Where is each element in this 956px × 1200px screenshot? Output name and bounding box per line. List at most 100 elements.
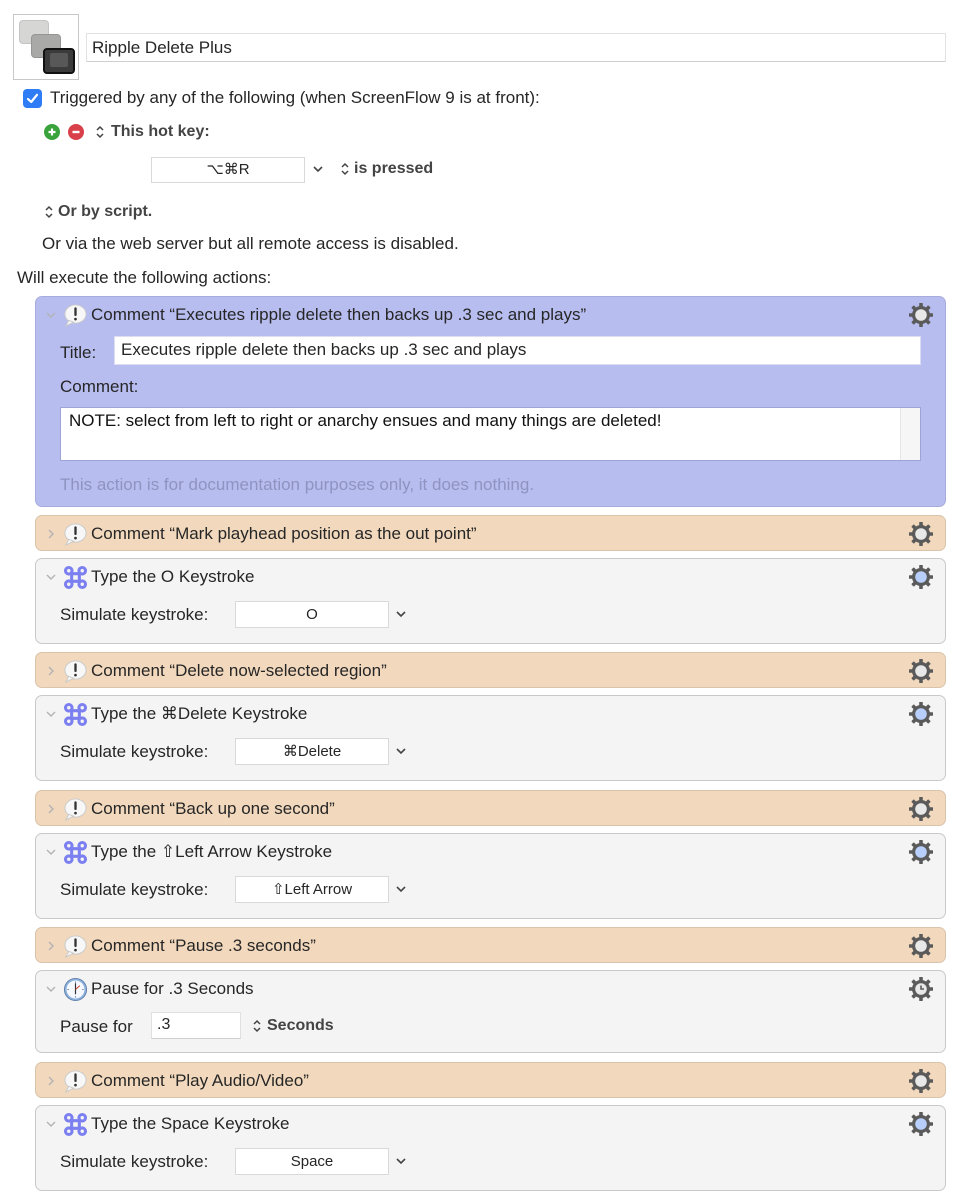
action-title: Comment “Pause .3 seconds” [91,936,316,955]
keystroke-field[interactable]: O [235,601,389,628]
action-comment-collapsed[interactable]: Comment “Delete now-selected region” [35,652,946,688]
pause-unit-popup[interactable]: Seconds [252,1017,334,1035]
action-header[interactable]: Type the Space Keystroke [36,1106,945,1142]
hotkey-trigger-row: This hot key: [44,123,210,141]
action-header[interactable]: Type the ⇧Left Arrow Keystroke [36,834,945,870]
hotkey-field[interactable]: ⌥⌘R [151,157,305,183]
checkmark-icon [26,93,39,103]
gear-icon[interactable] [908,796,934,822]
keystroke-field[interactable]: Space [235,1148,389,1175]
pause-for-label: Pause for [60,1017,133,1036]
keystroke-dropdown-chevron-icon[interactable] [395,884,407,894]
keystroke-field[interactable]: ⌘Delete [235,738,389,765]
simulate-keystroke-label: Simulate keystroke: [60,880,209,899]
action-comment-collapsed[interactable]: Comment “Pause .3 seconds” [35,927,946,963]
action-comment-expanded[interactable]: Comment “Executes ripple delete then bac… [35,296,946,507]
documentation-note: This action is for documentation purpose… [60,475,535,494]
remove-trigger-button[interactable] [68,124,84,140]
keystroke-field[interactable]: ⇧Left Arrow [235,876,389,903]
action-header[interactable]: Pause for .3 Seconds [36,971,945,1007]
expand-disclosure[interactable] [36,803,62,815]
comment-icon [62,933,88,959]
pause-duration-field[interactable]: .3 [151,1012,241,1039]
command-key-icon [62,1111,88,1137]
gear-icon[interactable] [908,1111,934,1137]
unit-stepper-icon [252,1018,262,1034]
keystroke-dropdown-chevron-icon[interactable] [395,746,407,756]
action-header[interactable]: Comment “Back up one second” [36,791,945,827]
action-comment-collapsed[interactable]: Comment “Play Audio/Video” [35,1062,946,1098]
chevron-down-icon [45,847,57,857]
action-title: Type the ⇧Left Arrow Keystroke [91,842,333,861]
chevron-right-icon [46,665,56,677]
action-keystroke[interactable]: Type the Space Keystroke Simulate keystr… [35,1105,946,1191]
action-header[interactable]: Type the ⌘Delete Keystroke [36,696,945,732]
action-keystroke[interactable]: Type the O Keystroke Simulate keystroke:… [35,558,946,644]
hotkey-condition-popup[interactable]: is pressed [332,160,433,178]
gear-icon[interactable] [908,701,934,727]
collapse-disclosure[interactable] [36,572,62,582]
comment-title-field[interactable]: Executes ripple delete then backs up .3 … [114,336,921,365]
action-comment-collapsed[interactable]: Comment “Back up one second” [35,790,946,826]
comment-icon [62,658,88,684]
gear-clock-icon[interactable] [908,976,934,1002]
hotkey-dropdown-chevron-icon[interactable] [312,164,324,174]
comment-icon [62,796,88,822]
action-header[interactable]: Comment “Executes ripple delete then bac… [36,297,945,333]
webserver-note: Or via the web server but all remote acc… [42,234,459,253]
collapse-disclosure[interactable] [36,709,62,719]
expand-disclosure[interactable] [36,665,62,677]
pause-unit-label: Seconds [267,1017,334,1034]
comment-scrollbar[interactable] [900,408,920,460]
add-trigger-button[interactable] [44,124,60,140]
gear-icon[interactable] [908,521,934,547]
simulate-keystroke-label: Simulate keystroke: [60,1152,209,1171]
script-stepper-icon [44,204,54,220]
action-header[interactable]: Comment “Pause .3 seconds” [36,928,945,964]
gear-icon[interactable] [908,564,934,590]
action-header[interactable]: Comment “Delete now-selected region” [36,653,945,689]
action-title: Comment “Delete now-selected region” [91,661,387,680]
simulate-keystroke-label: Simulate keystroke: [60,605,209,624]
comment-icon [62,302,88,328]
action-pause[interactable]: Pause for .3 Seconds Pause for .3 Second… [35,970,946,1053]
keystroke-dropdown-chevron-icon[interactable] [395,609,407,619]
action-title: Comment “Mark playhead position as the o… [91,524,477,543]
collapse-disclosure[interactable] [36,310,62,320]
expand-disclosure[interactable] [36,1075,62,1087]
gear-icon[interactable] [908,1068,934,1094]
trigger-type-stepper-icon[interactable] [95,124,105,140]
action-keystroke[interactable]: Type the ⌘Delete Keystroke Simulate keys… [35,695,946,781]
action-title: Comment “Executes ripple delete then bac… [91,305,587,324]
gear-icon[interactable] [908,933,934,959]
command-key-icon [62,564,88,590]
gear-icon[interactable] [908,658,934,684]
action-header[interactable]: Comment “Mark playhead position as the o… [36,516,945,552]
action-header[interactable]: Comment “Play Audio/Video” [36,1063,945,1099]
hotkey-condition-label: is pressed [354,160,434,177]
expand-disclosure[interactable] [36,528,62,540]
action-header[interactable]: Type the O Keystroke [36,559,945,595]
trigger-enabled-checkbox[interactable] [23,88,42,108]
comment-icon [62,521,88,547]
action-title: Comment “Back up one second” [91,799,335,818]
clock-icon [62,976,88,1002]
hotkey-label: This hot key: [111,123,210,140]
gear-icon[interactable] [908,302,934,328]
chevron-right-icon [46,803,56,815]
collapse-disclosure[interactable] [36,984,62,994]
title-label: Title: [60,343,97,362]
action-comment-collapsed[interactable]: Comment “Mark playhead position as the o… [35,515,946,551]
keystroke-dropdown-chevron-icon[interactable] [395,1156,407,1166]
action-keystroke[interactable]: Type the ⇧Left Arrow Keystroke Simulate … [35,833,946,919]
macro-icon[interactable] [13,14,79,80]
macro-name-field[interactable]: Ripple Delete Plus [86,33,946,62]
comment-text-area[interactable]: NOTE: select from left to right or anarc… [60,407,921,461]
script-trigger-popup[interactable]: Or by script. [44,203,152,221]
chevron-down-icon [45,984,57,994]
command-key-icon [62,701,88,727]
expand-disclosure[interactable] [36,940,62,952]
collapse-disclosure[interactable] [36,847,62,857]
collapse-disclosure[interactable] [36,1119,62,1129]
gear-icon[interactable] [908,839,934,865]
